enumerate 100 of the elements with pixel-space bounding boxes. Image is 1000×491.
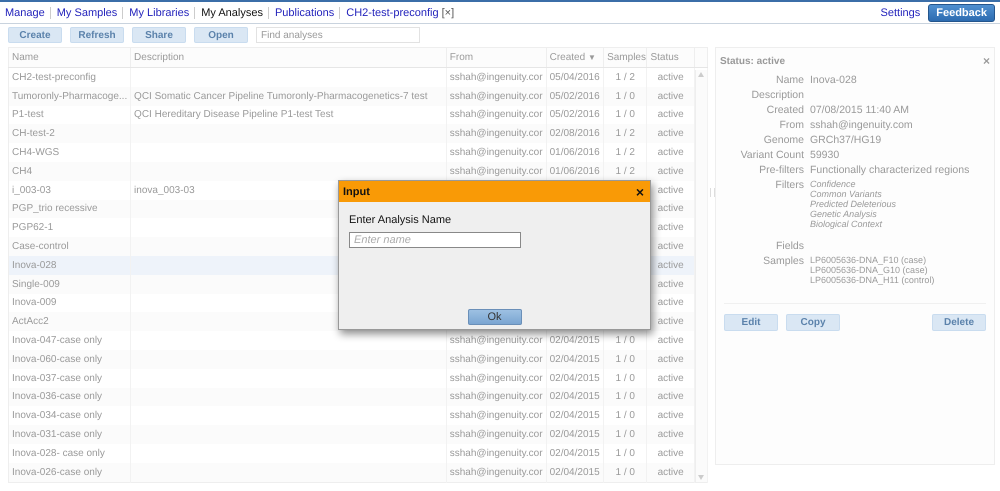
nav-tab[interactable]: CH2-test-preconfig (339, 6, 439, 18)
field-label: Pre-filters (758, 164, 804, 176)
field-label: Variant Count (740, 149, 804, 161)
column-header[interactable]: Samples (604, 48, 647, 68)
column-header[interactable]: Created ▼ (546, 48, 604, 68)
close-button[interactable]: × (982, 54, 990, 68)
table-cell: active (658, 166, 684, 177)
table-cell: active (658, 335, 684, 346)
table-cell: 1 / 0 (616, 429, 635, 440)
panel-button[interactable]: Delete (932, 314, 986, 331)
column-header[interactable]: From (446, 48, 546, 68)
ok-button[interactable]: Ok (468, 309, 522, 325)
table-cell: 1 / 0 (616, 354, 635, 365)
table-cell: 01/06/2016 (550, 147, 600, 158)
table-cell: Inova-047-case only (12, 335, 102, 346)
table-cell: ActAcc2 (12, 316, 49, 328)
nav-tab[interactable]: My Libraries (122, 6, 190, 18)
table-cell: 1 / 0 (616, 90, 635, 102)
table-cell: 1 / 0 (616, 448, 635, 459)
table-cell: Inova-009 (12, 297, 56, 308)
table-cell: Inova-034-case only (12, 410, 102, 422)
nav-tab[interactable]: My Analyses (194, 6, 263, 18)
table-cell: sshah@ingenuity.cor (450, 166, 543, 177)
field-label: Enter Analysis Name (349, 214, 452, 226)
table-cell: sshah@ingenuity.cor (450, 109, 543, 120)
table-cell: sshah@ingenuity.cor (450, 335, 543, 346)
table-cell: sshah@ingenuity.cor (450, 448, 543, 459)
table-cell: active (658, 448, 684, 459)
table-cell: sshah@ingenuity.cor (450, 410, 543, 422)
list-item: Common Variants (810, 189, 883, 199)
table-cell: 1 / 2 (616, 72, 635, 83)
table-cell: 1 / 0 (616, 109, 635, 120)
toolbar-button[interactable]: Open (194, 27, 248, 43)
table-cell: 02/04/2015 (550, 466, 600, 478)
table-cell: 1 / 2 (616, 128, 635, 140)
settings-link[interactable]: Settings (880, 6, 920, 18)
field-label: Description (750, 89, 804, 101)
table-cell: active (658, 297, 684, 308)
nav-tab[interactable]: Manage (5, 6, 45, 18)
close-tab-button[interactable]: [×] (442, 6, 454, 18)
table-cell: CH4-WGS (12, 147, 60, 158)
table-cell: active (658, 429, 684, 440)
table-cell: i_003-03 (12, 184, 51, 196)
close-button[interactable]: × (636, 184, 644, 200)
search-field[interactable]: Find analyses (256, 27, 420, 43)
nav-tab[interactable]: My Samples (50, 6, 118, 18)
list-item: Predicted Deleterious (810, 199, 898, 209)
table-cell: 02/04/2015 (550, 335, 600, 346)
table-cell: CH4 (12, 166, 32, 177)
dialog-title: Input (343, 186, 370, 198)
table-cell: QCI Hereditary Disease Pipeline P1-test Test (134, 109, 334, 120)
list-item: Genetic Analysis (810, 209, 878, 219)
table-cell: sshah@ingenuity.cor (450, 72, 543, 83)
column-header[interactable]: Description (130, 48, 446, 68)
nav-tab[interactable]: Publications (268, 6, 334, 18)
list-item: LP6005636-DNA_F10 (case) (810, 255, 928, 265)
panel-button[interactable]: Edit (724, 314, 778, 331)
scroll-up-icon[interactable] (698, 72, 704, 77)
toolbar-button[interactable]: Refresh (70, 27, 124, 43)
name-input-field[interactable]: Enter name (349, 232, 521, 248)
toolbar-button[interactable]: Share (132, 27, 186, 43)
table-cell: 1 / 0 (616, 335, 635, 346)
table-cell: 02/08/2016 (550, 128, 600, 140)
table-cell: active (658, 90, 684, 102)
table-cell: 02/04/2015 (550, 354, 600, 365)
field-value: sshah@ingenuity.com (810, 119, 914, 131)
table-cell: P1-test (12, 109, 44, 120)
list-item: Confidence (810, 179, 857, 189)
field-label: Filters (774, 179, 804, 193)
table-cell: sshah@ingenuity.cor (450, 466, 543, 478)
table-cell: sshah@ingenuity.cor (450, 354, 543, 365)
table-cell: 01/06/2016 (550, 166, 600, 177)
field-label: Samples (762, 255, 804, 269)
feedback-button[interactable]: Feedback (928, 4, 995, 22)
field-value: GRCh37/HG19 (810, 134, 882, 146)
table-cell: 02/04/2015 (550, 429, 600, 440)
column-header[interactable]: Name (8, 48, 131, 68)
table-cell: Inova-028- case only (12, 448, 105, 459)
table-cell: Tumoronly-Pharmacoge... (12, 90, 128, 102)
scrollbar[interactable] (694, 70, 706, 482)
table-cell: 1 / 2 (616, 166, 635, 177)
sort-indicator: ▼ (588, 53, 596, 62)
table-cell: active (658, 354, 684, 365)
table-cell: 02/04/2015 (550, 372, 600, 384)
table-cell: CH2-test-preconfig (12, 72, 96, 83)
panel-button[interactable]: Copy (786, 314, 840, 331)
table-cell: active (658, 109, 684, 120)
table-cell: active (658, 184, 684, 196)
toolbar-button[interactable]: Create (8, 27, 62, 43)
column-header[interactable]: Status (646, 48, 694, 68)
field-value: Inova-028 (810, 74, 858, 86)
table-cell: active (658, 72, 684, 83)
table-cell: 02/04/2015 (550, 410, 600, 422)
table-cell: 05/04/2016 (550, 72, 600, 83)
table-cell: 1 / 2 (616, 147, 635, 158)
table-cell: 1 / 0 (616, 466, 635, 478)
list-item: LP6005636-DNA_G10 (case) (810, 265, 929, 275)
table-cell: Inova-060-case only (12, 354, 102, 365)
table-cell: 1 / 0 (616, 410, 635, 422)
splitter-handle-icon[interactable] (710, 188, 715, 197)
